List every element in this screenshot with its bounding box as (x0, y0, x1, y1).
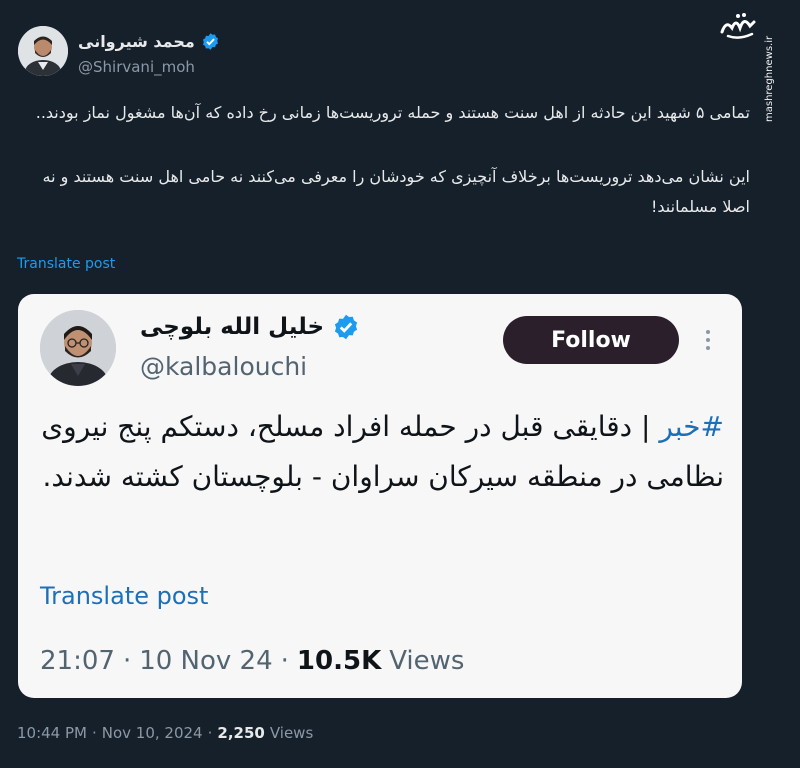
separator-dot: · (122, 646, 132, 676)
post-paragraph: این نشان می‌دهد تروریست‌ها برخلاف آنچیزی… (42, 167, 750, 216)
quoted-author-handle[interactable]: @kalbalouchi (140, 352, 307, 381)
author-name[interactable]: محمد شیروانی (78, 30, 220, 52)
author-handle[interactable]: @Shirvani_moh (78, 58, 195, 76)
quoted-author-name-text: خلیل الله بلوچی (140, 314, 325, 340)
quoted-tweet-text: #خبر | دقایقی قبل در حمله افراد مسلح، دس… (40, 402, 724, 502)
post-time[interactable]: 10:44 PM (17, 724, 87, 742)
quoted-author-avatar[interactable] (40, 310, 116, 386)
quoted-tweet-card[interactable]: خلیل الله بلوچی @kalbalouchi Follow #خبر… (18, 294, 742, 698)
tweet: محمد شیروانی @Shirvani_moh mashreghnews.… (0, 0, 775, 768)
author-avatar[interactable] (18, 26, 68, 76)
quoted-tweet-meta: 21:07 · 10 Nov 24 · 10.5K Views (40, 646, 464, 676)
hashtag-link[interactable]: #خبر (659, 410, 724, 443)
post-date[interactable]: Nov 10, 2024 (102, 724, 203, 742)
quoted-translate-post-link[interactable]: Translate post (40, 582, 208, 610)
quoted-date[interactable]: 10 Nov 24 (139, 646, 272, 676)
separator-dot: · (207, 724, 213, 742)
quoted-views-label: Views (389, 646, 465, 676)
separator-dot: · (91, 724, 97, 742)
quoted-time[interactable]: 21:07 (40, 646, 115, 676)
post-views-label: Views (269, 724, 314, 742)
watermark-logo (718, 10, 760, 44)
post-paragraph: تمامی ۵ شهید این حادثه از اهل سنت هستند … (35, 103, 750, 122)
follow-button[interactable]: Follow (503, 316, 679, 364)
author-name-text: محمد شیروانی (78, 31, 195, 51)
watermark-site: mashreghnews.ir (764, 35, 775, 122)
verified-badge-icon (334, 314, 358, 340)
quoted-views-count: 10.5K (296, 646, 382, 676)
mashregh-logo-icon (720, 13, 756, 39)
post-meta: 10:44 PM · Nov 10, 2024 · 2,250 Views (17, 724, 313, 742)
post-text: تمامی ۵ شهید این حادثه از اهل سنت هستند … (18, 98, 750, 222)
quoted-author-name[interactable]: خلیل الله بلوچی (140, 310, 360, 344)
post-views-count: 2,250 (217, 724, 265, 742)
separator-dot: · (280, 646, 289, 676)
translate-post-link[interactable]: Translate post (17, 256, 115, 272)
quoted-tweet-body: | دقایقی قبل در حمله افراد مسلح، دستکم پ… (41, 410, 724, 493)
more-dots-icon[interactable] (700, 324, 716, 356)
verified-badge-icon (202, 32, 218, 50)
